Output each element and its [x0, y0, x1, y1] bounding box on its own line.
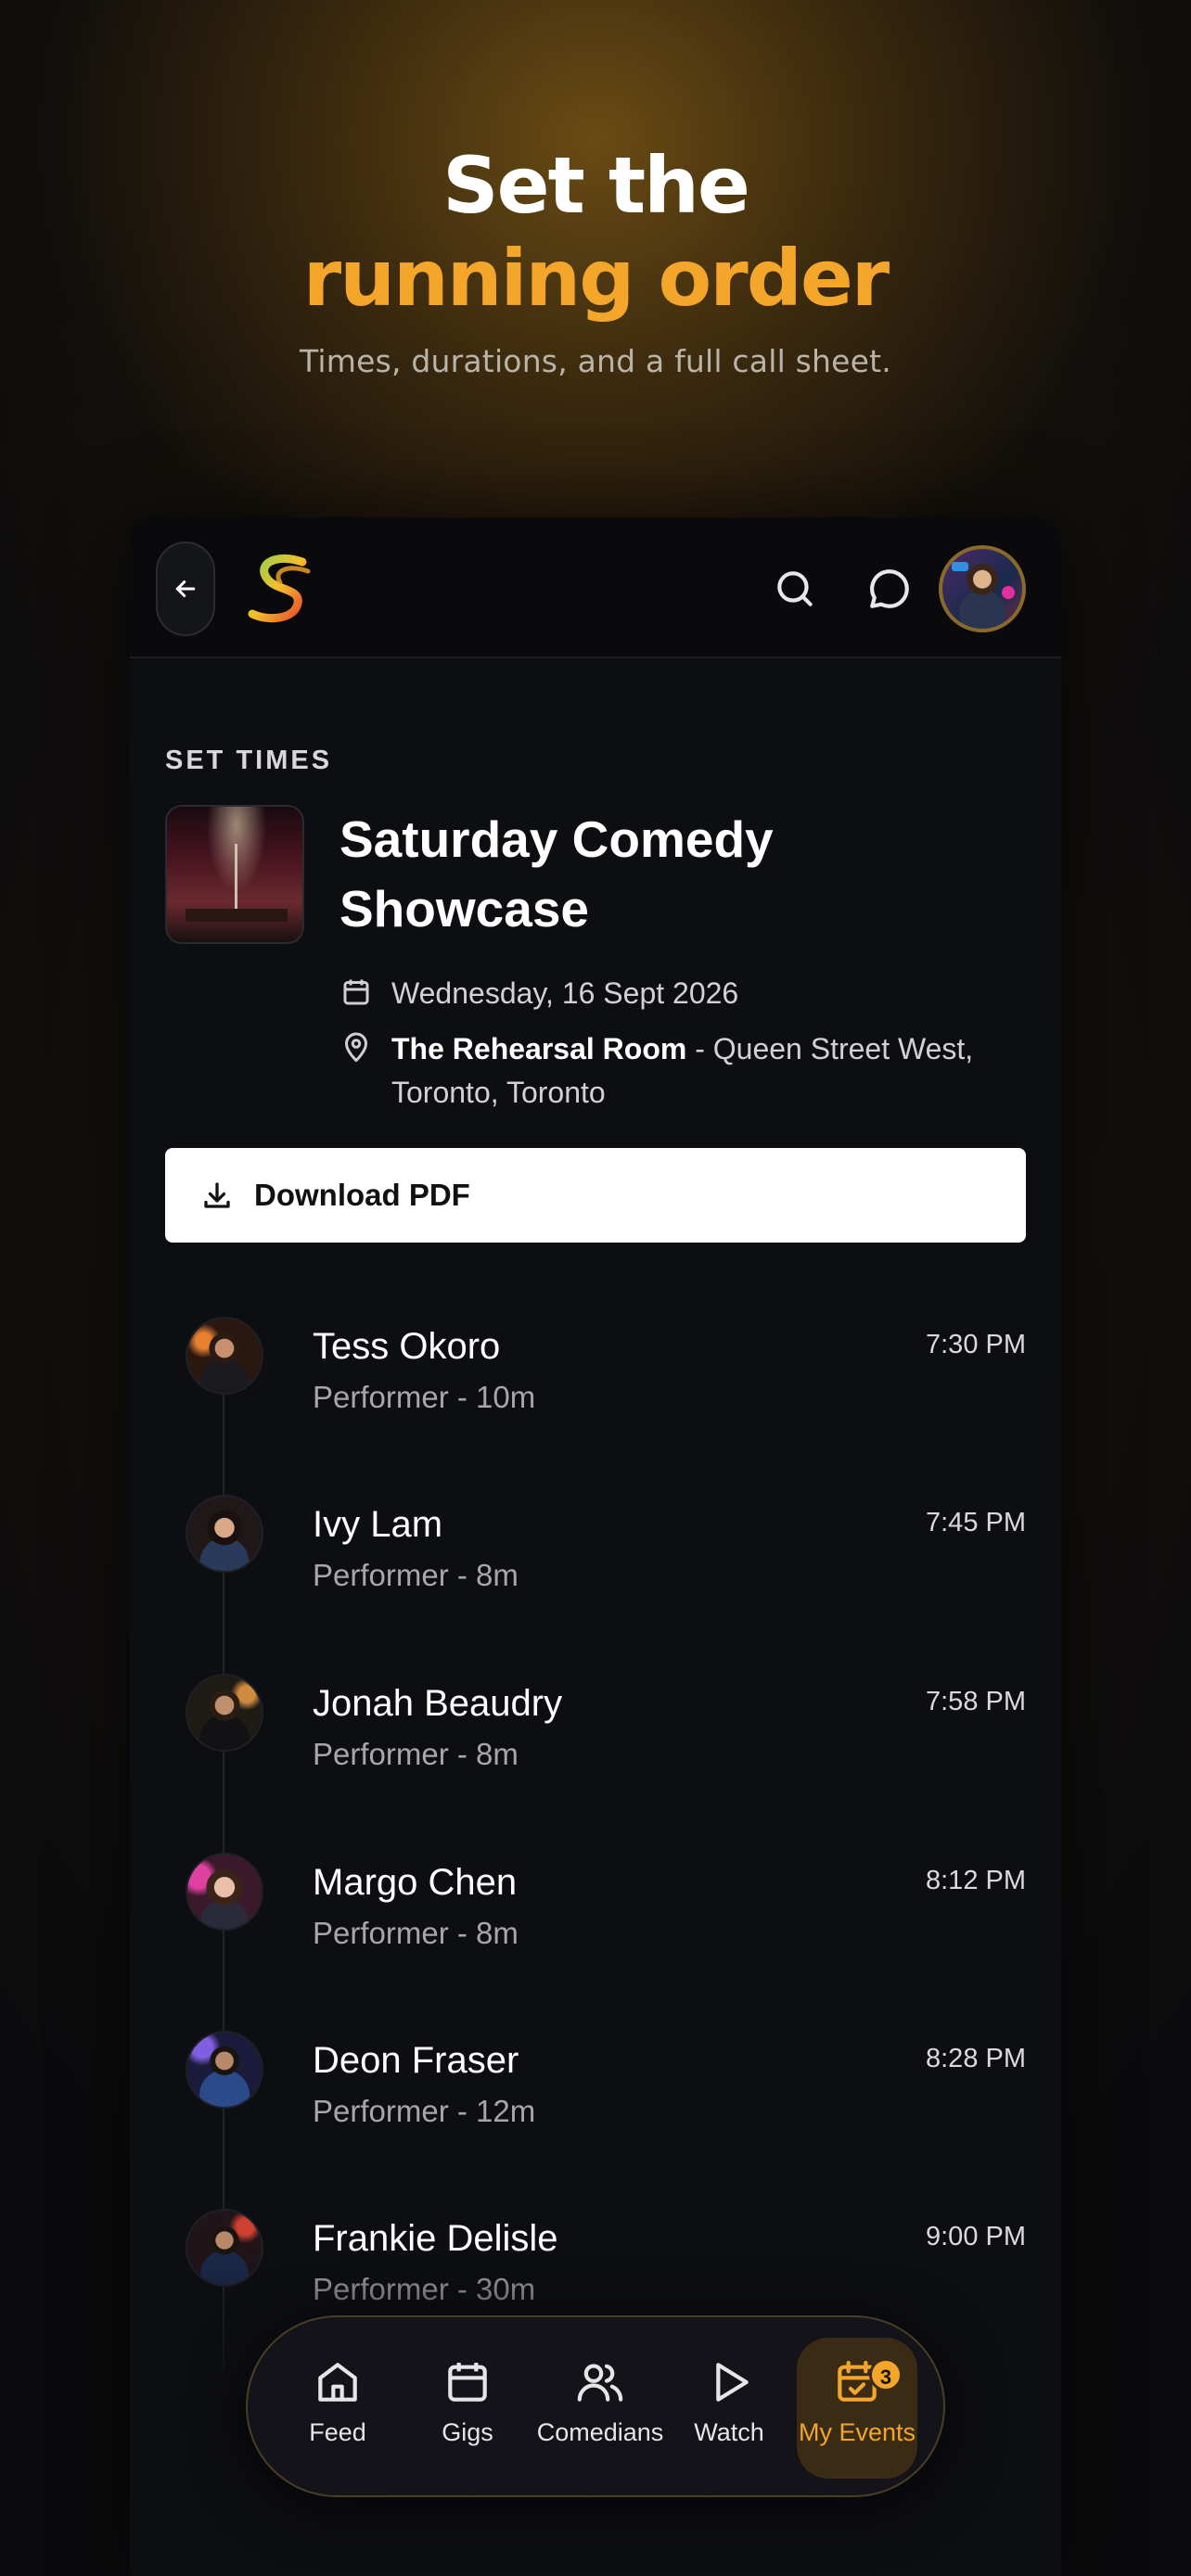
set-time: 9:00 PM	[926, 2222, 1026, 2251]
performer-name: Deon Fraser	[313, 2040, 519, 2081]
search-icon[interactable]	[772, 566, 818, 612]
stage	[186, 909, 288, 922]
event-thumbnail	[165, 805, 304, 944]
back-arrow-icon	[175, 580, 196, 597]
download-pdf-label: Download PDF	[254, 1178, 470, 1212]
phone-screen: SET TIMES Saturday Comedy Showcase Wedne…	[130, 517, 1061, 2576]
location-pin-icon	[345, 1032, 367, 1062]
lineup-row[interactable]: Ivy Lam Performer - 8m 7:45 PM	[130, 1495, 1061, 1643]
users-icon	[577, 2364, 623, 2402]
calendar-icon	[343, 979, 369, 1005]
back-button[interactable]	[156, 542, 215, 636]
performer-role: Performer - 10m	[313, 1380, 536, 1414]
tab-label: My Events	[798, 2418, 916, 2446]
event-date-row: Wednesday, 16 Sept 2026	[339, 972, 1041, 1015]
tab-label: Comedians	[536, 2418, 664, 2446]
performer-name: Jonah Beaudry	[313, 1683, 563, 1724]
profile-avatar[interactable]	[939, 545, 1026, 632]
notification-badge: 3	[869, 2358, 903, 2391]
play-icon	[716, 2363, 749, 2402]
bottom-tab-bar: Feed Gigs Comedians Watch My Events 3	[246, 2315, 945, 2497]
download-pdf-button[interactable]: Download PDF	[165, 1148, 1026, 1243]
tab-my-events[interactable]: My Events 3	[797, 2338, 917, 2479]
event-venue: The Rehearsal Room - Queen Street West, …	[391, 1027, 1041, 1115]
tab-gigs[interactable]: Gigs	[407, 2338, 528, 2479]
tab-label: Watch	[694, 2418, 764, 2446]
performer-role: Performer - 8m	[313, 1916, 519, 1950]
section-label: SET TIMES	[165, 746, 333, 775]
top-bar	[130, 517, 1061, 658]
tab-feed[interactable]: Feed	[277, 2338, 398, 2479]
lineup-row[interactable]: Deon Fraser Performer - 12m 8:28 PM	[130, 2031, 1061, 2179]
mic-stand	[235, 844, 237, 916]
set-time: 7:30 PM	[926, 1330, 1026, 1359]
performer-name: Margo Chen	[313, 1862, 518, 1903]
set-time: 7:45 PM	[926, 1508, 1026, 1537]
event-date: Wednesday, 16 Sept 2026	[391, 976, 739, 1010]
hero-header: Set the running order Times, durations, …	[0, 139, 1191, 379]
performer-role: Performer - 8m	[313, 1737, 519, 1771]
download-icon	[204, 1182, 230, 1208]
performer-avatar	[186, 1495, 263, 1573]
set-time: 7:58 PM	[926, 1687, 1026, 1716]
tab-watch[interactable]: Watch	[669, 2338, 789, 2479]
hero-title-line2: running order	[302, 233, 890, 324]
avatar-neon-decoration	[1002, 586, 1015, 599]
performer-role: Performer - 8m	[313, 1558, 519, 1592]
performer-avatar	[186, 1317, 263, 1395]
performer-avatar	[186, 2031, 263, 2109]
performer-name: Ivy Lam	[313, 1504, 443, 1545]
performer-avatar	[186, 1674, 263, 1752]
lineup-row[interactable]: Tess Okoro Performer - 10m 7:30 PM	[130, 1317, 1061, 1465]
app-logo[interactable]	[239, 553, 321, 625]
performer-avatar	[186, 1853, 263, 1931]
event-venue-row: The Rehearsal Room - Queen Street West, …	[339, 1027, 1041, 1115]
home-icon	[318, 2363, 357, 2402]
performer-name: Tess Okoro	[313, 1326, 501, 1367]
set-time: 8:28 PM	[926, 2044, 1026, 2073]
tab-label: Gigs	[442, 2418, 493, 2446]
hero-title-line1: Set the	[442, 140, 750, 231]
tab-comedians[interactable]: Comedians	[531, 2338, 670, 2479]
avatar-neon-decoration	[952, 562, 968, 571]
lineup-row[interactable]: Margo Chen Performer - 8m 8:12 PM	[130, 1853, 1061, 2001]
lineup-row[interactable]: Jonah Beaudry Performer - 8m 7:58 PM	[130, 1674, 1061, 1822]
venue-name: The Rehearsal Room	[391, 1032, 687, 1065]
chat-icon[interactable]	[866, 566, 913, 612]
set-time: 8:12 PM	[926, 1866, 1026, 1895]
hero-subtitle: Times, durations, and a full call sheet.	[300, 343, 891, 379]
tab-label: Feed	[309, 2418, 366, 2446]
event-title: Saturday Comedy Showcase	[339, 810, 774, 937]
calendar-icon	[448, 2363, 487, 2402]
performer-role: Performer - 12m	[313, 2094, 536, 2128]
